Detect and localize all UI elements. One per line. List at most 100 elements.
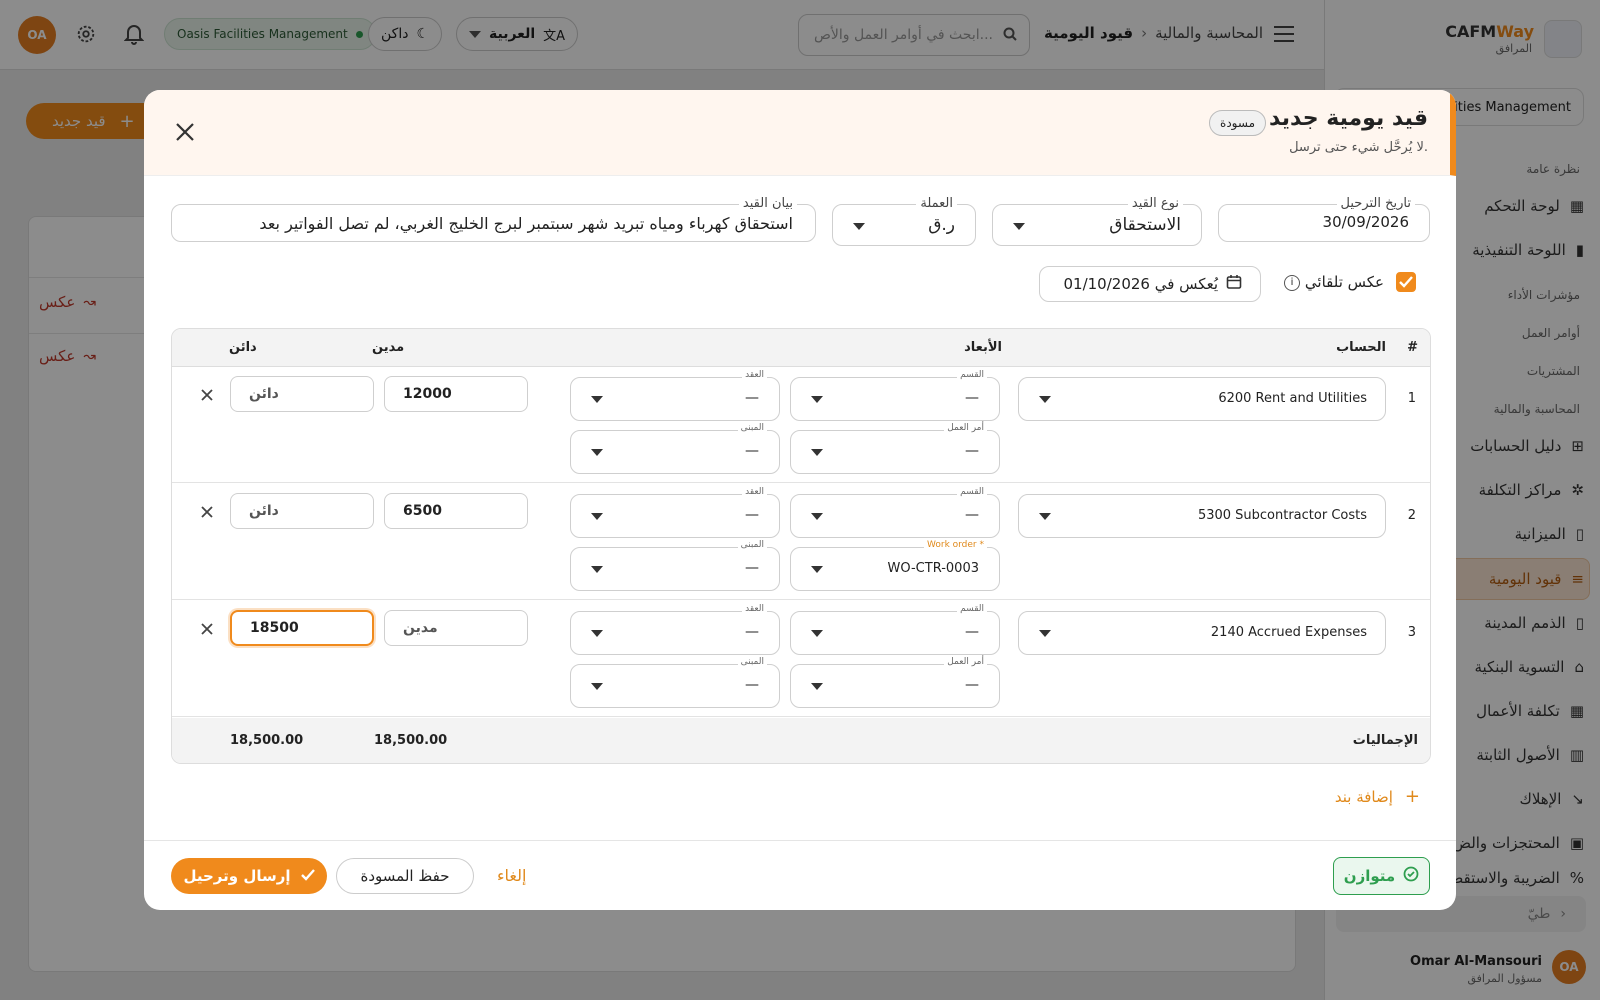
contract-label: العقد <box>742 487 767 497</box>
status-badge: مسودة <box>1209 110 1266 136</box>
contract-value: — <box>745 624 759 640</box>
work-order-select[interactable]: Work order * WO-CTR-0003 <box>790 540 1000 591</box>
posting-date-value: 30/09/2026 <box>1322 213 1409 231</box>
account-value: 6200 Rent and Utilities <box>1218 391 1367 406</box>
header-debit: مدين <box>372 340 405 355</box>
work-order-value: — <box>965 443 979 459</box>
currency-label: العملة <box>916 196 957 211</box>
chevron-down-icon <box>811 396 823 403</box>
cancel-button[interactable]: إلغاء <box>497 866 526 885</box>
building-label: المبنى <box>737 540 767 550</box>
table-header: # الحساب الأبعاد مدين دائن <box>172 329 1430 367</box>
row-number: 1 <box>1407 391 1416 406</box>
header-dimensions: الأبعاد <box>964 340 1002 355</box>
entry-type-value: الاستحقاق <box>1109 215 1181 235</box>
building-value: — <box>745 443 759 459</box>
work-order-label: أمر العمل <box>944 423 987 433</box>
contract-label: العقد <box>742 604 767 614</box>
calendar-icon <box>1226 274 1242 294</box>
chevron-down-icon <box>811 566 823 573</box>
work-order-label: أمر العمل <box>944 657 987 667</box>
new-journal-modal: قيد يومية جديد مسودة لا يُرحَّل شيء حتى … <box>144 90 1456 910</box>
save-draft-label: حفظ المسودة <box>360 867 450 885</box>
memo-input[interactable]: بيان القيد استحقاق كهرباء ومياه تبريد شه… <box>171 196 816 242</box>
account-select[interactable]: 2140 Accrued Expenses <box>1018 611 1386 655</box>
remove-line-icon[interactable] <box>200 504 214 523</box>
chevron-down-icon <box>591 566 603 573</box>
credit-input-focused[interactable]: 18500 <box>230 610 374 646</box>
memo-label: بيان القيد <box>738 196 797 211</box>
chevron-down-icon <box>591 630 603 637</box>
building-label: المبنى <box>737 657 767 667</box>
header-num: # <box>1407 340 1418 355</box>
totals-row: الإجماليات 18,500.00 18,500.00 <box>172 718 1430 763</box>
credit-input[interactable]: دائن <box>230 376 374 412</box>
currency-select[interactable]: العملة ر.ق <box>832 196 976 246</box>
table-row: 3 2140 Accrued Expenses القسم — العقد — أم… <box>172 601 1430 717</box>
check-circle-icon <box>1403 866 1419 886</box>
building-value: — <box>745 677 759 693</box>
close-icon[interactable] <box>174 120 196 144</box>
work-order-select[interactable]: أمر العمل — <box>790 657 1000 708</box>
chevron-down-icon <box>591 513 603 520</box>
entry-type-select[interactable]: نوع القيد الاستحقاق <box>992 196 1202 246</box>
work-order-value: WO-CTR-0003 <box>887 561 979 576</box>
chevron-down-icon <box>853 223 865 230</box>
contract-select[interactable]: العقد — <box>570 370 780 421</box>
modal-header: قيد يومية جديد مسودة لا يُرحَّل شيء حتى … <box>144 90 1456 176</box>
account-select[interactable]: 6200 Rent and Utilities <box>1018 377 1386 421</box>
division-select[interactable]: القسم — <box>790 604 1000 655</box>
plus-icon: + <box>1404 786 1420 807</box>
chevron-down-icon <box>1013 223 1025 230</box>
modal-subtitle: لا يُرحَّل شيء حتى ترسل. <box>1289 140 1428 155</box>
total-debit: 18,500.00 <box>374 733 448 748</box>
building-select[interactable]: المبنى — <box>570 657 780 708</box>
account-value: 2140 Accrued Expenses <box>1210 625 1367 640</box>
building-select[interactable]: المبنى — <box>570 423 780 474</box>
submit-label: إرسال وترحيل <box>183 867 291 885</box>
contract-select[interactable]: العقد — <box>570 487 780 538</box>
contract-select[interactable]: العقد — <box>570 604 780 655</box>
work-order-select[interactable]: أمر العمل — <box>790 423 1000 474</box>
chevron-down-icon <box>1039 396 1051 403</box>
contract-value: — <box>745 507 759 523</box>
modal-title: قيد يومية جديد <box>1269 106 1428 131</box>
auto-reverse-checkbox[interactable] <box>1396 272 1416 292</box>
add-line-label: إضافة بند <box>1334 787 1393 806</box>
header-credit: دائن <box>229 340 257 355</box>
division-select[interactable]: القسم — <box>790 370 1000 421</box>
save-draft-button[interactable]: حفظ المسودة <box>336 858 474 894</box>
reverse-date-field[interactable]: يُعكس في 01/10/2026 <box>1039 266 1261 302</box>
debit-input[interactable]: 6500 <box>384 493 528 529</box>
posting-date-label: تاريخ الترحيل <box>1336 196 1415 211</box>
division-value: — <box>965 507 979 523</box>
auto-reverse-label: عكس تلقائي <box>1304 273 1384 291</box>
reverse-date-value: يُعكس في 01/10/2026 <box>1063 275 1219 293</box>
chevron-down-icon <box>811 683 823 690</box>
chevron-down-icon <box>811 449 823 456</box>
chevron-down-icon <box>591 396 603 403</box>
chevron-down-icon <box>591 449 603 456</box>
info-icon[interactable]: i <box>1284 275 1300 291</box>
debit-input[interactable]: 12000 <box>384 376 528 412</box>
add-line-button[interactable]: إضافة بند + <box>1335 786 1420 807</box>
building-label: المبنى <box>737 423 767 433</box>
row-number: 3 <box>1407 625 1416 640</box>
remove-line-icon[interactable] <box>200 621 214 640</box>
submit-post-button[interactable]: إرسال وترحيل <box>171 858 327 894</box>
entry-type-label: نوع القيد <box>1127 196 1183 211</box>
account-select[interactable]: 5300 Subcontractor Costs <box>1018 494 1386 538</box>
division-select[interactable]: القسم — <box>790 487 1000 538</box>
work-order-label: Work order * <box>923 540 987 550</box>
remove-line-icon[interactable] <box>200 387 214 406</box>
account-value: 5300 Subcontractor Costs <box>1197 508 1367 523</box>
posting-date-field[interactable]: تاريخ الترحيل 30/09/2026 <box>1218 196 1430 242</box>
credit-input[interactable]: دائن <box>230 493 374 529</box>
table-row: 1 6200 Rent and Utilities القسم — العقد — … <box>172 367 1430 483</box>
division-value: — <box>965 624 979 640</box>
chevron-down-icon <box>591 683 603 690</box>
debit-input[interactable]: مدين <box>384 610 528 646</box>
building-select[interactable]: المبنى — <box>570 540 780 591</box>
check-icon <box>300 867 315 885</box>
building-value: — <box>745 560 759 576</box>
